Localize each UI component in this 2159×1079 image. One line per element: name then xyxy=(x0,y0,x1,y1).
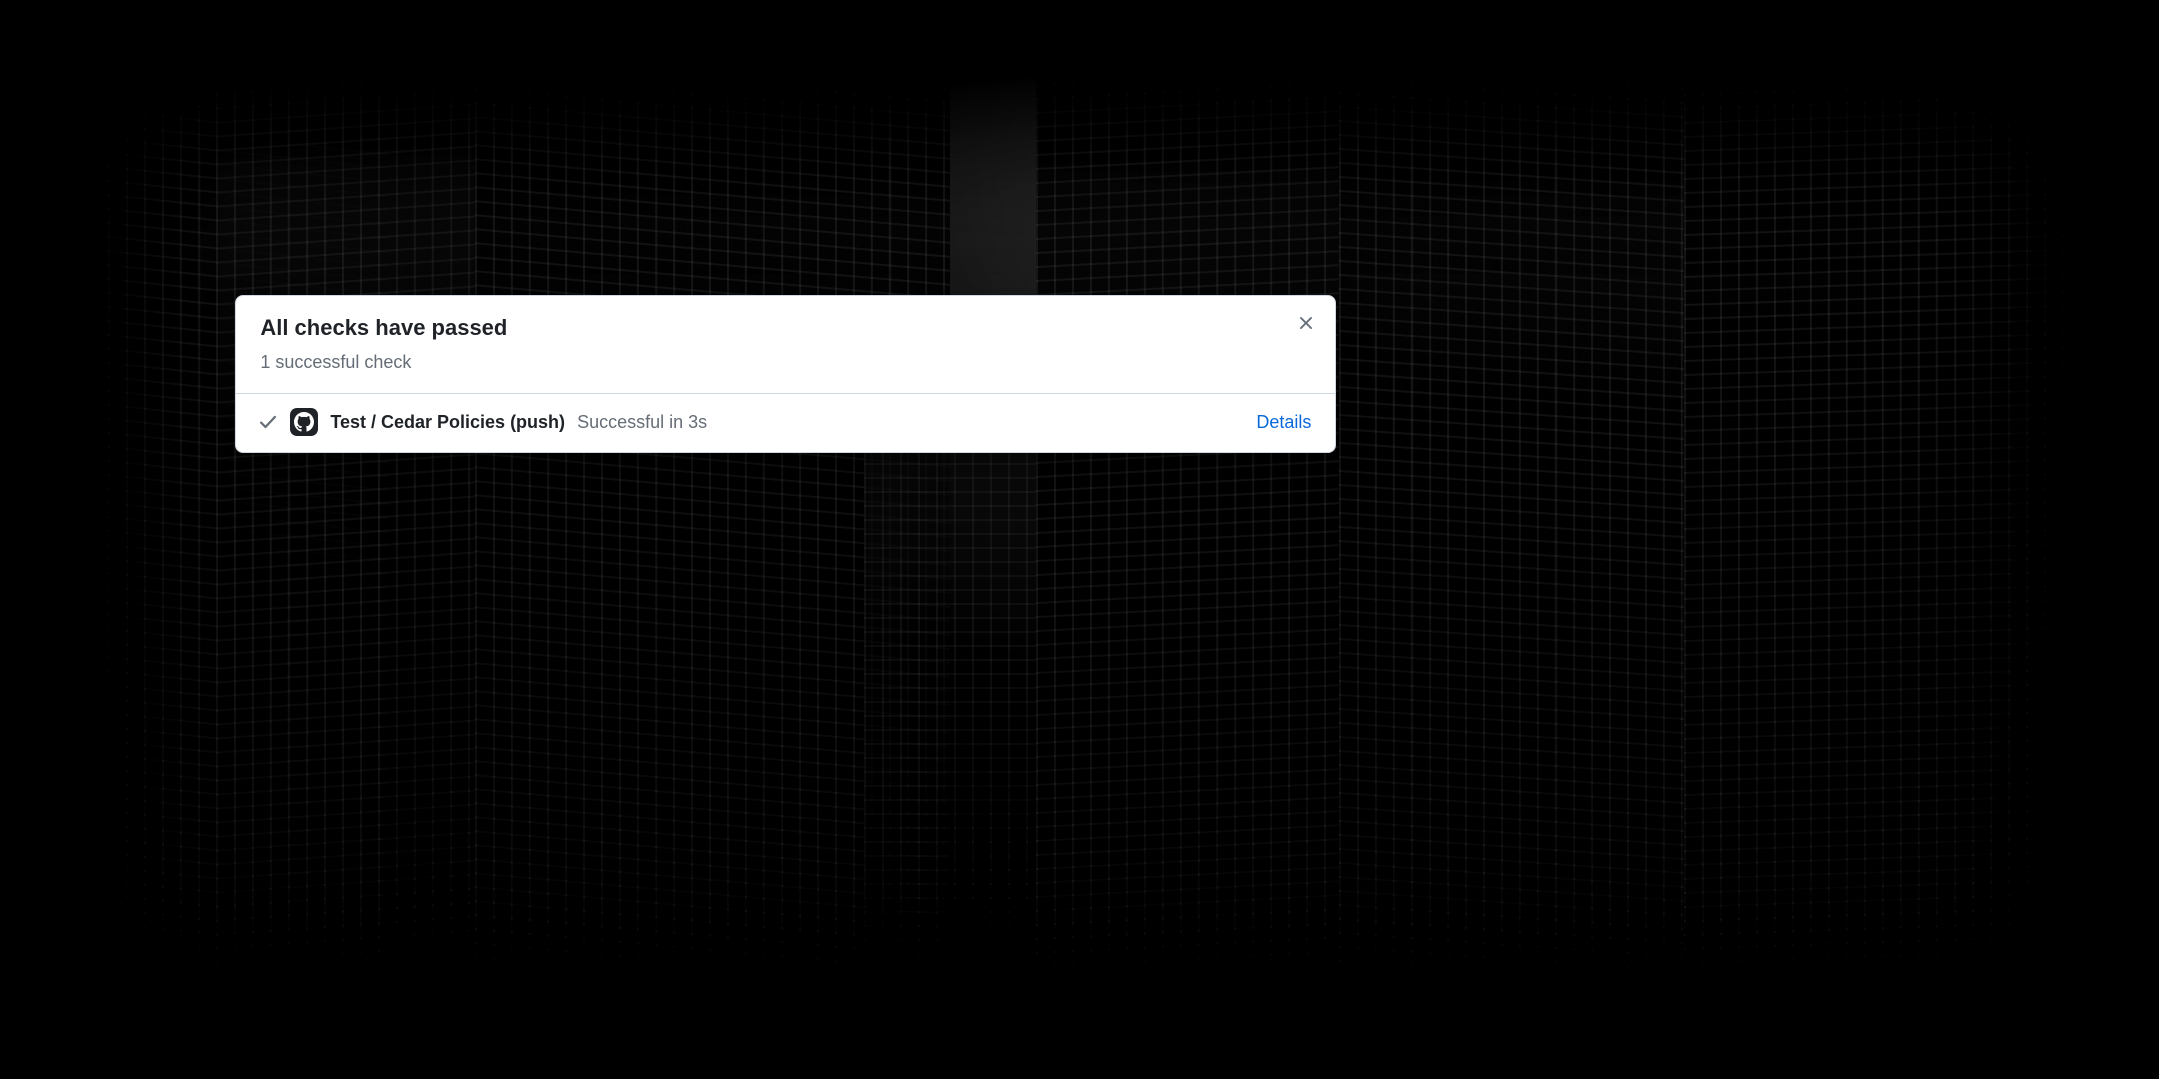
github-avatar-icon xyxy=(290,408,318,436)
modal-header: All checks have passed 1 successful chec… xyxy=(236,296,1335,394)
close-button[interactable] xyxy=(1291,310,1321,340)
modal-subtitle: 1 successful check xyxy=(260,352,1311,373)
check-name: Test / Cedar Policies (push) xyxy=(330,412,565,433)
check-row: Test / Cedar Policies (push) Successful … xyxy=(236,394,1335,452)
background-cityscape xyxy=(0,0,2159,1079)
close-icon xyxy=(1297,314,1315,335)
check-icon xyxy=(258,412,278,432)
checks-modal: All checks have passed 1 successful chec… xyxy=(235,295,1336,454)
details-link[interactable]: Details xyxy=(1256,412,1311,433)
modal-title: All checks have passed xyxy=(260,314,1311,343)
check-status: Successful in 3s xyxy=(577,412,707,433)
